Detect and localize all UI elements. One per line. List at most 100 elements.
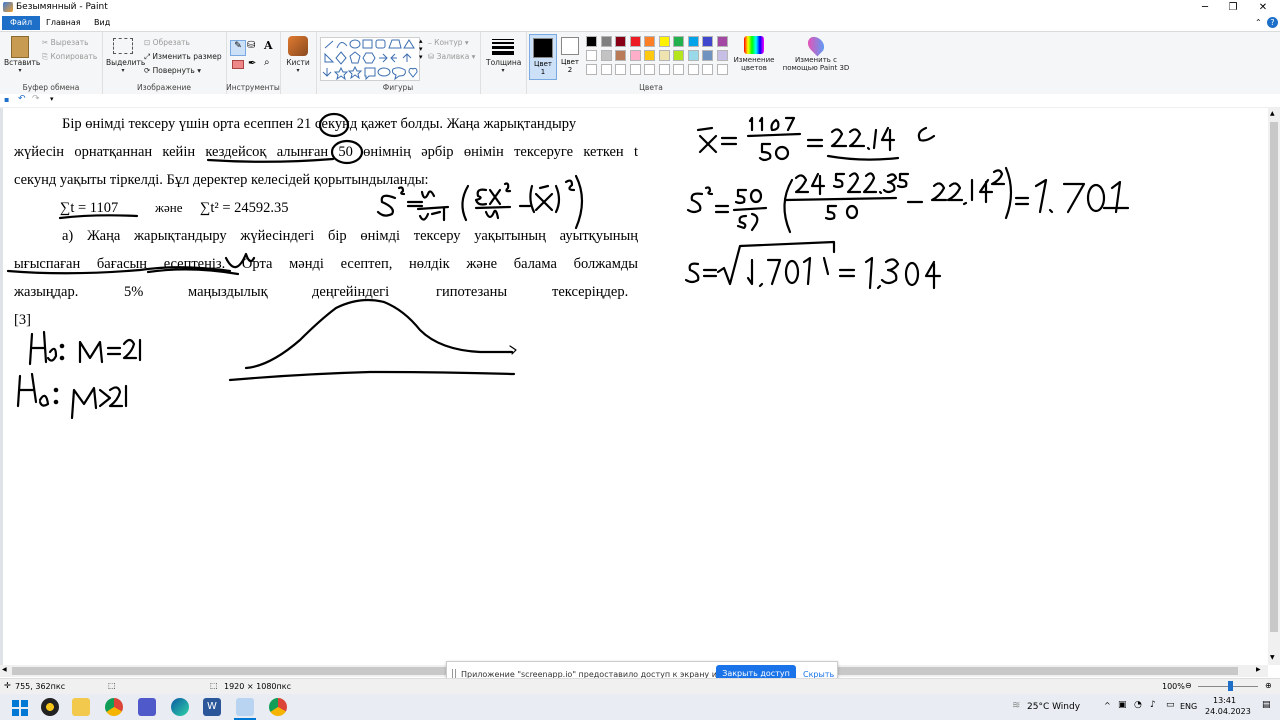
tab-view[interactable]: Вид	[86, 16, 118, 30]
volume-icon[interactable]: ♪	[1150, 700, 1156, 710]
select-button[interactable]: Выделить ▾	[106, 36, 145, 74]
color-swatch[interactable]	[600, 64, 612, 75]
word-icon[interactable]: W	[203, 698, 221, 716]
weather-text[interactable]: 25°C Windy	[1027, 702, 1080, 712]
canvas[interactable]: Бір өнімді тексеру үшін орта есеппен 21 …	[0, 108, 1268, 665]
shapes-gallery[interactable]	[320, 37, 420, 81]
copy-button[interactable]: ⎘ Копировать	[42, 52, 97, 62]
text-icon[interactable]: A	[264, 39, 273, 52]
fill-button[interactable]: ⛁ Заливка ▾	[428, 52, 475, 61]
scroll-left-icon[interactable]: ◀	[2, 666, 7, 673]
color-swatch[interactable]	[716, 36, 728, 47]
color-swatch[interactable]	[658, 64, 670, 75]
start-icon[interactable]	[10, 698, 28, 716]
color-swatch[interactable]	[586, 36, 597, 47]
clock-time[interactable]: 13:41	[1213, 696, 1236, 705]
outline-button[interactable]: ⎯ Контур ▾	[428, 38, 469, 48]
color-swatch[interactable]	[716, 50, 728, 61]
notifications-icon[interactable]: ▤	[1262, 700, 1271, 710]
rotate-button[interactable]: ⟳ Повернуть ▾	[144, 66, 201, 75]
color-palette	[586, 36, 732, 80]
undo-icon[interactable]: ↶	[18, 94, 26, 104]
color-swatch[interactable]	[644, 36, 655, 47]
teams-icon[interactable]	[138, 698, 156, 716]
variance-calculation	[686, 166, 1130, 234]
edge-icon[interactable]	[171, 698, 189, 716]
pencil-icon[interactable]: ✎	[230, 40, 246, 56]
file-explorer-icon[interactable]	[72, 698, 90, 716]
tab-file[interactable]: Файл	[2, 16, 41, 30]
crop-button[interactable]: ⊡ Обрезать	[144, 38, 190, 47]
language-indicator[interactable]: ENG	[1180, 702, 1197, 711]
minimize-button[interactable]: ─	[1190, 0, 1220, 15]
scroll-down-icon[interactable]: ▼	[1270, 654, 1275, 661]
clock-date[interactable]: 24.04.2023	[1205, 707, 1251, 716]
paint3d-button[interactable]: Изменить с помощью Paint 3D	[780, 33, 852, 80]
fill-icon[interactable]: ⛁	[247, 40, 255, 51]
tray-overflow-icon[interactable]: ^	[1104, 701, 1111, 710]
color-swatch[interactable]	[673, 36, 684, 47]
color-swatch[interactable]	[687, 64, 699, 75]
color-swatch[interactable]	[716, 64, 728, 75]
color-swatch[interactable]	[615, 64, 626, 75]
color-swatch[interactable]	[702, 64, 713, 75]
scroll-right-icon[interactable]: ▶	[1256, 666, 1261, 673]
color-swatch[interactable]	[644, 50, 655, 61]
network-icon[interactable]: ◔	[1134, 700, 1142, 710]
customize-qat-icon[interactable]: ▾	[50, 95, 54, 103]
color-swatch[interactable]	[644, 64, 655, 75]
color2-button[interactable]: Цвет 2	[557, 34, 583, 78]
brush-icon	[288, 36, 308, 56]
vertical-scrollbar[interactable]: ▲ ▼	[1268, 108, 1280, 665]
zoom-out-icon[interactable]: ⊖	[1185, 681, 1192, 690]
eraser-icon[interactable]	[232, 60, 244, 69]
size-button[interactable]: Толщина ▾	[486, 37, 521, 81]
color-swatch[interactable]	[615, 50, 626, 61]
tab-home[interactable]: Главная	[38, 16, 89, 30]
color-swatch[interactable]	[600, 36, 612, 47]
image-group-label: Изображение	[137, 83, 191, 92]
color-swatch[interactable]	[600, 50, 612, 61]
color-swatch[interactable]	[687, 50, 699, 61]
redo-icon[interactable]: ↷	[32, 94, 40, 104]
color-swatch[interactable]	[629, 50, 641, 61]
status-bar: ✛ 755, 362пкс ⬚ ⬚ 1920 × 1080пкс 100% ⊖ …	[0, 678, 1280, 694]
color-swatch[interactable]	[702, 50, 713, 61]
tray-app-icon[interactable]: ▣	[1118, 700, 1127, 710]
color-swatch[interactable]	[629, 36, 641, 47]
shapes-scroll-icon[interactable]: ▴ ▾ ▾	[419, 37, 423, 61]
paint-icon[interactable]	[236, 698, 254, 716]
color-swatch[interactable]	[658, 50, 670, 61]
save-icon[interactable]: ▪	[4, 95, 9, 104]
vertical-scroll-thumb[interactable]	[1270, 122, 1278, 632]
color-swatch[interactable]	[629, 64, 641, 75]
color-swatch[interactable]	[673, 64, 684, 75]
zoom-in-icon[interactable]: ⊕	[1265, 681, 1272, 690]
color-swatch[interactable]	[615, 36, 626, 47]
scroll-up-icon[interactable]: ▲	[1270, 110, 1275, 117]
color-swatch[interactable]	[658, 36, 670, 47]
magnifier-icon[interactable]: ⌕	[264, 57, 270, 68]
color-swatch[interactable]	[586, 64, 597, 75]
color1-button[interactable]: Цвет 1	[529, 34, 557, 80]
paste-button[interactable]: Вставить ▾	[4, 36, 40, 74]
edit-colors-button[interactable]: Изменение цветов	[732, 36, 776, 80]
zoom-slider-thumb[interactable]	[1228, 681, 1233, 691]
brushes-button[interactable]: Кисти ▾	[283, 36, 313, 78]
battery-icon[interactable]: ▭	[1166, 700, 1175, 710]
chrome-icon[interactable]	[105, 698, 123, 716]
collapse-ribbon-icon[interactable]: ⌃	[1255, 18, 1265, 28]
cut-button[interactable]: ✂ Вырезать	[42, 38, 89, 47]
chrome-icon-2[interactable]	[269, 698, 287, 716]
resize-button[interactable]: ⤢ Изменить размер	[144, 52, 222, 62]
close-button[interactable]: ✕	[1248, 0, 1278, 15]
maximize-button[interactable]: ❐	[1218, 0, 1248, 15]
color-picker-icon[interactable]: ✒	[248, 58, 256, 69]
color-swatch[interactable]	[687, 36, 699, 47]
color-swatch[interactable]	[673, 50, 684, 61]
color-swatch[interactable]	[586, 50, 597, 61]
app-icon-1[interactable]	[41, 698, 59, 716]
cursor-position-icon: ✛	[4, 681, 11, 690]
color-swatch[interactable]	[702, 36, 713, 47]
help-icon[interactable]: ?	[1267, 17, 1278, 28]
